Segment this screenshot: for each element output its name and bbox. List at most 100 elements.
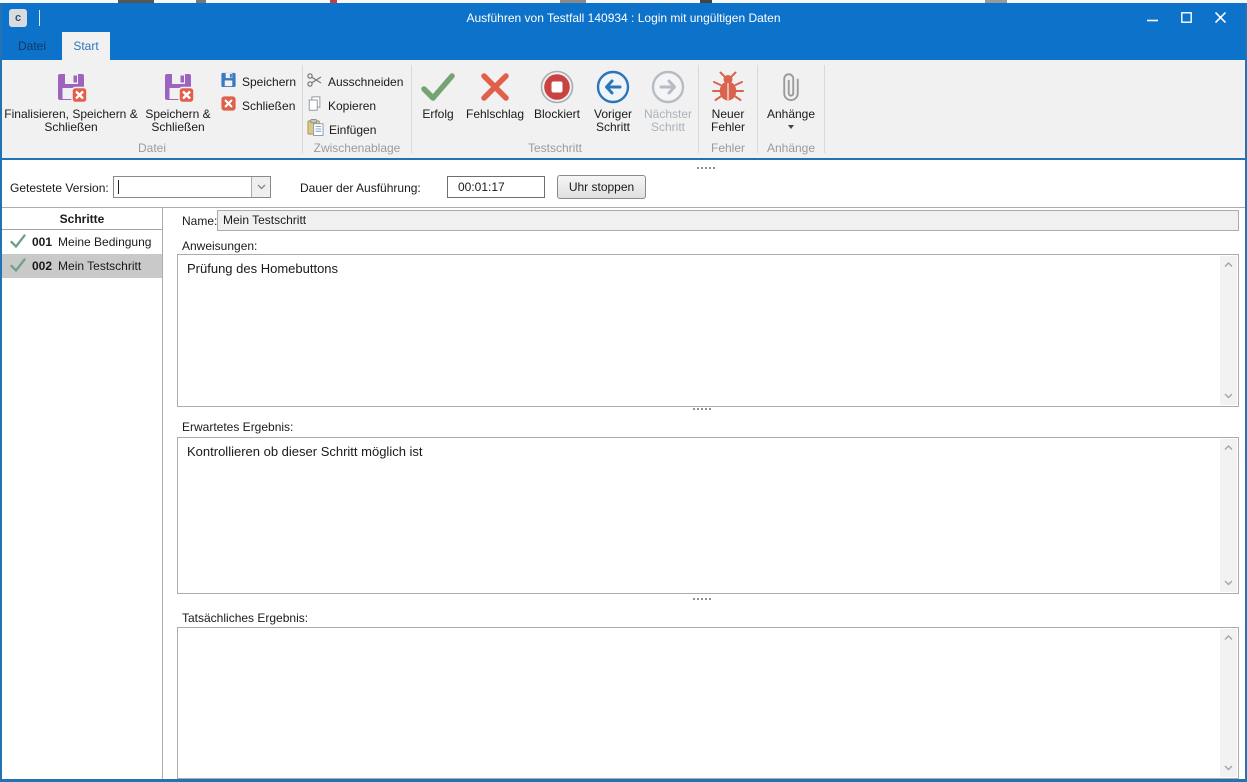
splitter-grip[interactable] xyxy=(693,408,711,410)
titlebar: c Ausführen von Testfall 140934 : Login … xyxy=(0,3,1247,32)
window-title: Ausführen von Testfall 140934 : Login mi… xyxy=(0,11,1247,25)
tab-datei[interactable]: Datei xyxy=(8,32,56,60)
ribbon-group-label: Fehler xyxy=(701,141,755,155)
fragment xyxy=(985,0,1007,3)
ribbon-group-label: Testschritt xyxy=(414,141,696,155)
ribbon-button-label: Ausschneiden xyxy=(328,76,403,89)
name-label: Name: xyxy=(182,214,217,228)
scroll-up-icon[interactable] xyxy=(1220,440,1237,456)
kopieren-button[interactable]: Kopieren xyxy=(305,93,409,117)
einfuegen-button[interactable]: Einfügen xyxy=(305,117,409,141)
scroll-down-icon[interactable] xyxy=(1220,760,1237,776)
blockiert-button[interactable]: Blockiert xyxy=(528,64,586,134)
new-bug-icon xyxy=(711,68,745,106)
ribbon-button-label: Nächster Schritt xyxy=(640,108,696,134)
ribbon-group-fehler: Neuer Fehler Fehler xyxy=(701,60,755,158)
ribbon-button-label: Einfügen xyxy=(329,124,376,137)
step-number: 001 xyxy=(32,235,52,249)
maximize-button[interactable] xyxy=(1169,3,1203,32)
step-label: Meine Bedingung xyxy=(58,235,151,249)
steps-panel: Schritte 001 Meine Bedingung 002 Mein Te… xyxy=(2,208,163,779)
group-separator xyxy=(411,65,412,153)
anhaenge-button[interactable]: Anhänge xyxy=(760,64,822,132)
ribbon-group-label: Zwischenablage xyxy=(305,141,409,155)
background-app-fragments xyxy=(0,0,1247,3)
step-item-002[interactable]: 002 Mein Testschritt xyxy=(2,254,162,278)
finalisieren-speichern-schliessen-button[interactable]: Finalisieren, Speichern & Schließen xyxy=(4,64,138,134)
ribbon-button-label: Anhänge xyxy=(767,108,815,121)
scrollbar[interactable] xyxy=(1220,439,1237,592)
ribbon-button-label: Kopieren xyxy=(328,100,376,113)
fehlschlag-button[interactable]: Fehlschlag xyxy=(462,64,528,134)
ribbon-group-anhaenge: Anhänge Anhänge xyxy=(760,60,822,158)
save-icon xyxy=(220,71,237,91)
fragment xyxy=(118,0,154,3)
voriger-schritt-button[interactable]: Voriger Schritt xyxy=(586,64,640,134)
ribbon-button-label: Erfolg xyxy=(422,108,453,121)
speichern-button[interactable]: Speichern xyxy=(218,69,298,93)
chevron-down-icon xyxy=(257,184,266,190)
ribbon: Finalisieren, Speichern & Schließen xyxy=(0,60,1247,160)
scroll-down-icon[interactable] xyxy=(1220,388,1237,404)
expected-result-textarea[interactable]: Kontrollieren ob dieser Schritt möglich … xyxy=(177,437,1239,594)
ribbon-button-label: Blockiert xyxy=(534,108,580,121)
splitter-grip[interactable] xyxy=(693,598,711,600)
dropdown-arrow-icon xyxy=(788,125,794,132)
stop-clock-button[interactable]: Uhr stoppen xyxy=(557,175,646,199)
naechster-schritt-button[interactable]: Nächster Schritt xyxy=(640,64,696,134)
tab-start[interactable]: Start xyxy=(62,32,110,60)
group-separator xyxy=(302,65,303,153)
scroll-down-icon[interactable] xyxy=(1220,575,1237,591)
actual-result-textarea[interactable] xyxy=(177,627,1239,779)
previous-step-icon xyxy=(596,68,630,106)
duration-field[interactable]: 00:01:17 xyxy=(447,176,545,198)
ribbon-group-label: Datei xyxy=(4,141,300,155)
speichern-schliessen-button[interactable]: Speichern & Schließen xyxy=(138,64,218,134)
blocked-stop-icon xyxy=(540,68,574,106)
ribbon-group-testschritt: Erfolg Fehlschlag xyxy=(414,60,696,158)
ribbon-button-label: Finalisieren, Speichern & Schließen xyxy=(4,108,138,134)
ribbon-button-label: Fehlschlag xyxy=(466,108,524,121)
scissors-icon xyxy=(307,72,323,91)
step-label: Mein Testschritt xyxy=(58,259,141,273)
ausschneiden-button[interactable]: Ausschneiden xyxy=(305,69,409,93)
minimize-button[interactable] xyxy=(1135,3,1169,32)
app-icon[interactable]: c xyxy=(9,9,27,27)
duration-label: Dauer der Ausführung: xyxy=(300,181,421,195)
paste-icon xyxy=(307,119,324,139)
ribbon-button-label: Schließen xyxy=(242,100,295,113)
quick-access-separator xyxy=(39,10,40,26)
fragment xyxy=(196,0,206,3)
expected-result-label: Erwartetes Ergebnis: xyxy=(182,420,293,434)
name-field[interactable]: Mein Testschritt xyxy=(217,210,1239,231)
next-step-icon xyxy=(651,68,685,106)
combobox-dropdown-button[interactable] xyxy=(251,177,270,197)
success-check-icon xyxy=(420,68,456,106)
instructions-text: Prüfung des Homebuttons xyxy=(187,261,1212,276)
scroll-up-icon[interactable] xyxy=(1220,630,1237,646)
expected-result-text: Kontrollieren ob dieser Schritt möglich … xyxy=(187,444,1212,459)
ribbon-button-label: Neuer Fehler xyxy=(701,108,755,134)
close-icon xyxy=(1215,12,1226,23)
scrollbar[interactable] xyxy=(1220,256,1237,405)
erfolg-button[interactable]: Erfolg xyxy=(414,64,462,134)
splitter-grip[interactable] xyxy=(697,167,715,169)
scrollbar[interactable] xyxy=(1220,629,1237,777)
fragment xyxy=(560,0,586,3)
tested-version-label: Getestete Version: xyxy=(10,181,109,195)
ribbon-group-label: Anhänge xyxy=(760,141,822,155)
window-border xyxy=(0,3,2,782)
close-button[interactable] xyxy=(1203,3,1237,32)
execution-toolbar: Getestete Version: Dauer der Ausführung:… xyxy=(0,162,1247,208)
group-separator xyxy=(757,65,758,153)
tested-version-combobox[interactable] xyxy=(113,176,271,198)
step-item-001[interactable]: 001 Meine Bedingung xyxy=(2,230,162,254)
fragment xyxy=(330,0,337,3)
save-close-icon xyxy=(54,68,88,106)
instructions-textarea[interactable]: Prüfung des Homebuttons xyxy=(177,254,1239,407)
neuer-fehler-button[interactable]: Neuer Fehler xyxy=(701,64,755,134)
instructions-label: Anweisungen: xyxy=(182,239,257,253)
schliessen-button[interactable]: Schließen xyxy=(218,93,298,117)
copy-icon xyxy=(307,96,323,115)
scroll-up-icon[interactable] xyxy=(1220,257,1237,273)
